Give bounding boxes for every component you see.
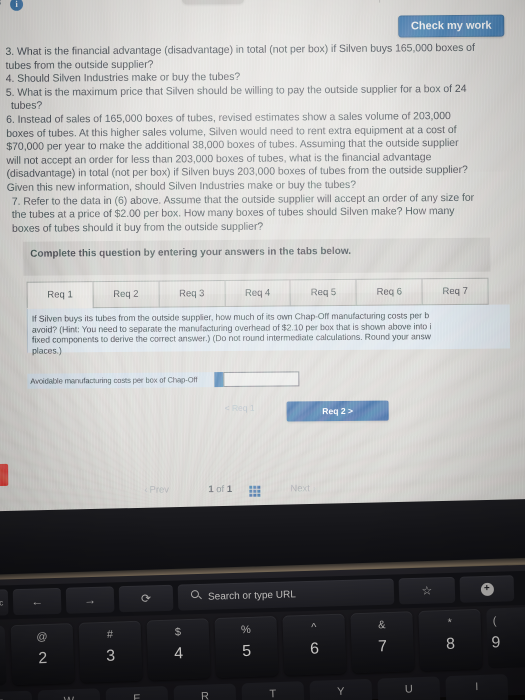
key-9-partial[interactable]: ( 9 bbox=[486, 607, 525, 669]
grid-view-icon[interactable] bbox=[249, 485, 261, 497]
tab-req-3[interactable]: Req 3 bbox=[158, 280, 225, 308]
top-pill-dots: •••• bbox=[190, 0, 208, 1]
key-number: 2 bbox=[37, 649, 48, 668]
req-next-button[interactable]: Req 2 > bbox=[286, 400, 389, 422]
key-symbol: @ bbox=[36, 630, 48, 644]
key-number: 8 bbox=[445, 635, 456, 654]
key-symbol: % bbox=[240, 623, 251, 637]
key-number: 7 bbox=[377, 638, 388, 656]
pager-sep: of bbox=[213, 483, 227, 496]
chevron-right-icon: › bbox=[312, 483, 317, 495]
touchbar-url-placeholder: Search or type URL bbox=[207, 588, 296, 603]
key-8[interactable]: * 8 bbox=[418, 608, 483, 671]
key-2[interactable]: @ 2 bbox=[10, 623, 75, 686]
touchbar-url-field[interactable]: Search or type URL bbox=[177, 578, 395, 611]
plus-icon: + bbox=[480, 582, 494, 596]
star-icon[interactable]: ☆ bbox=[398, 576, 456, 605]
key-6[interactable]: ^ 6 bbox=[282, 613, 347, 676]
back-icon[interactable]: ← bbox=[12, 587, 62, 616]
screen-content: 3 i •••• Check my work 3. What is the fi… bbox=[0, 0, 525, 562]
key-4[interactable]: $ 4 bbox=[146, 618, 211, 681]
reload-icon[interactable]: ⟳ bbox=[118, 584, 174, 613]
add-tab-button[interactable]: + bbox=[459, 575, 515, 603]
key-symbol: ^ bbox=[311, 621, 317, 634]
key-symbol: ( bbox=[492, 615, 497, 628]
tab-req-5[interactable]: Req 5 bbox=[289, 278, 357, 307]
forward-icon[interactable]: → bbox=[65, 586, 115, 614]
answer-label: Avoidable manufacturing costs per box of… bbox=[27, 372, 214, 389]
key-symbol: $ bbox=[174, 626, 182, 639]
pager-next-button[interactable]: Next › bbox=[290, 483, 316, 494]
key-symbol: # bbox=[106, 628, 114, 641]
tab-req-7[interactable]: Req 7 bbox=[421, 277, 489, 306]
pager: ‹ Prev 1 of 1 Next › bbox=[138, 481, 368, 503]
key-number: 6 bbox=[309, 640, 320, 658]
tab-req-4[interactable]: Req 4 bbox=[224, 279, 291, 308]
pager-prev-label: Prev bbox=[149, 484, 170, 496]
complete-question-text: Complete this question by entering your … bbox=[30, 245, 352, 260]
key-1-partial[interactable]: ! bbox=[0, 625, 7, 687]
pager-prev-button[interactable]: ‹ Prev bbox=[144, 484, 169, 495]
avoidable-cost-input[interactable] bbox=[223, 371, 300, 388]
tab-req-1[interactable]: Req 1 bbox=[26, 281, 93, 309]
key-3[interactable]: # 3 bbox=[78, 620, 143, 683]
pager-total: 1 bbox=[226, 483, 233, 495]
info-icon[interactable]: i bbox=[10, 0, 24, 11]
search-icon bbox=[190, 589, 200, 599]
tab-req-6[interactable]: Req 6 bbox=[355, 278, 422, 306]
key-7[interactable]: & 7 bbox=[350, 611, 415, 674]
answer-marker-icon bbox=[214, 372, 224, 388]
laptop-screen-photo: 3 i •••• Check my work 3. What is the fi… bbox=[0, 0, 525, 700]
question-text: 3. What is the financial advantage (disa… bbox=[5, 41, 517, 236]
req-prev-button[interactable]: < Req 1 bbox=[194, 398, 286, 417]
pager-count: 1 of 1 bbox=[208, 484, 232, 495]
key-number: 5 bbox=[241, 642, 252, 661]
key-symbol: * bbox=[447, 616, 453, 629]
key-number: 3 bbox=[105, 647, 116, 665]
complete-question-banner: Complete this question by entering your … bbox=[23, 237, 491, 276]
key-number: 4 bbox=[173, 645, 184, 663]
touchbar-esc-key[interactable]: esc bbox=[0, 589, 9, 616]
red-side-tab[interactable] bbox=[0, 463, 9, 486]
key-symbol: & bbox=[377, 619, 386, 632]
key-5[interactable]: % 5 bbox=[214, 615, 279, 679]
answer-row: Avoidable manufacturing costs per box of… bbox=[27, 371, 300, 390]
check-my-work-button[interactable]: Check my work bbox=[398, 14, 505, 38]
key-number: 9 bbox=[491, 634, 501, 652]
top-right-tick bbox=[378, 0, 381, 3]
pager-next-label: Next bbox=[290, 483, 310, 495]
chevron-left-icon: ‹ bbox=[144, 484, 148, 496]
requirement-tabs: Req 1 Req 2 Req 3 Req 4 Req 5 Req 6 Req … bbox=[26, 277, 489, 309]
tab-req-2[interactable]: Req 2 bbox=[92, 280, 159, 309]
top-left-number: 3 bbox=[0, 0, 1, 7]
requirement-panel-text: If Silven buys its tubes from the outsid… bbox=[32, 309, 519, 356]
